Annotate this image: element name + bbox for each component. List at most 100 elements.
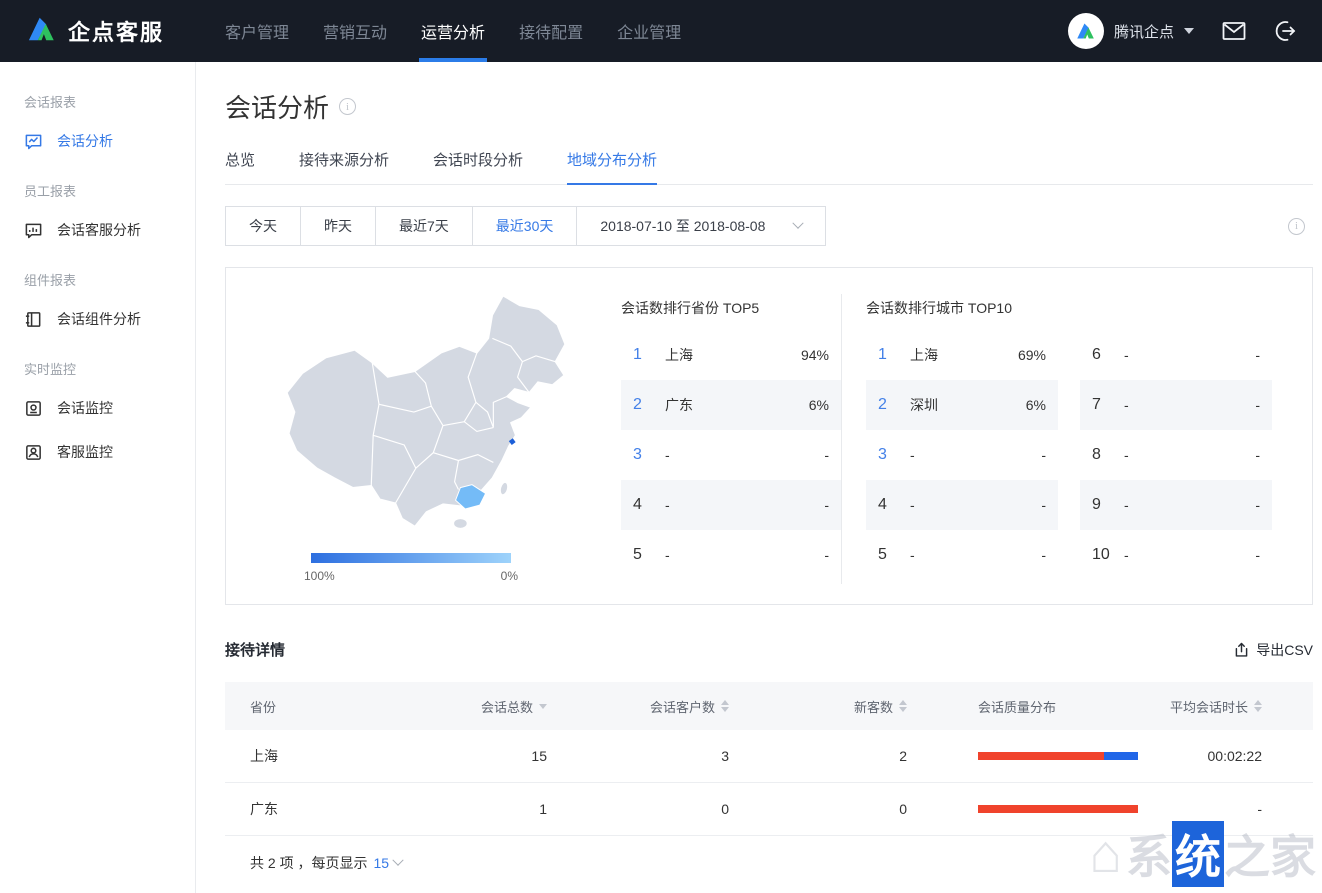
sidebar-section-session-reports: 会话报表 [0, 74, 195, 119]
filter-today-button[interactable]: 今天 [225, 206, 301, 246]
sort-icon[interactable] [1254, 700, 1262, 712]
sidebar-item-component-analysis[interactable]: 会话组件分析 [0, 297, 195, 341]
cell-quality-distribution [907, 805, 1138, 813]
date-filter-row: 今天 昨天 最近7天 最近30天 2018-07-10 至 2018-08-08 [225, 206, 1313, 246]
cell-avg-duration: - [1138, 801, 1313, 817]
rank-name: - [910, 547, 1041, 563]
rank-value: - [1041, 447, 1046, 463]
filter-last7days-button[interactable]: 最近7天 [375, 206, 473, 246]
nav-item-marketing[interactable]: 营销互动 [306, 0, 404, 62]
sort-icon[interactable] [899, 700, 907, 712]
sort-icon[interactable] [721, 700, 729, 712]
rank-value: - [1255, 547, 1260, 563]
cell-province: 广东 [225, 799, 475, 819]
rank-row: 7 - - [1080, 380, 1272, 430]
cell-session-customers: 3 [547, 748, 729, 764]
city-rank-col-2: 6 - - 7 - - 8 - - [1080, 330, 1272, 580]
logout-icon [1274, 20, 1296, 42]
rank-name: 上海 [665, 345, 801, 365]
brand[interactable]: 企点客服 [26, 14, 164, 49]
rank-value: - [1255, 347, 1260, 363]
rank-number: 2 [633, 396, 665, 414]
sidebar-item-agent-session-analysis[interactable]: 会话客服分析 [0, 208, 195, 252]
filter-yesterday-button[interactable]: 昨天 [300, 206, 376, 246]
nav-item-customer-mgmt[interactable]: 客户管理 [208, 0, 306, 62]
rank-value: - [1255, 447, 1260, 463]
china-map [256, 288, 596, 538]
chevron-down-icon [392, 855, 403, 866]
cell-new-customers: 0 [729, 801, 907, 817]
mail-icon [1222, 21, 1246, 41]
user-menu[interactable]: 腾讯企点 [1068, 13, 1194, 49]
main-content: 会话分析 总览 接待来源分析 会话时段分析 地域分布分析 今天 昨天 最近7天 … [196, 62, 1322, 893]
title-info-icon[interactable] [339, 98, 356, 115]
map-legend-gradient [311, 553, 511, 563]
primary-nav: 客户管理 营销互动 运营分析 接待配置 企业管理 [208, 0, 698, 62]
cell-province: 上海 [225, 746, 475, 766]
geo-distribution-card: 100% 0% 会话数排行省份 TOP5 1 上海 94% 2 广东 6% 3 [225, 267, 1313, 605]
sidebar-item-label: 会话组件分析 [57, 309, 141, 329]
rank-number: 5 [633, 546, 665, 564]
sidebar-section-component-reports: 组件报表 [0, 252, 195, 297]
rank-row: 3 - - [621, 430, 841, 480]
rank-value: - [1041, 547, 1046, 563]
tab-reception-source[interactable]: 接待来源分析 [299, 149, 389, 184]
rank-row: 10 - - [1080, 530, 1272, 580]
rank-value: 94% [801, 347, 829, 363]
rank-number: 1 [878, 346, 910, 364]
sidebar-item-session-analysis[interactable]: 会话分析 [0, 119, 195, 163]
rank-name: - [1124, 347, 1255, 363]
rank-name: 深圳 [910, 395, 1026, 415]
rank-name: - [665, 547, 824, 563]
sidebar-item-label: 会话分析 [57, 131, 113, 151]
rank-value: - [824, 447, 829, 463]
rank-number: 4 [878, 496, 910, 514]
tab-overview[interactable]: 总览 [225, 149, 255, 184]
quality-bar [978, 805, 1138, 813]
filter-last30days-button[interactable]: 最近30天 [472, 206, 578, 246]
page-size-select[interactable]: 15 [373, 855, 402, 871]
rank-value: - [824, 547, 829, 563]
sidebar-item-agent-monitor[interactable]: 客服监控 [0, 430, 195, 474]
tab-geo-distribution[interactable]: 地域分布分析 [567, 149, 657, 185]
col-header-new-customers[interactable]: 新客数 [729, 697, 907, 716]
export-csv-button[interactable]: 导出CSV [1233, 640, 1313, 660]
city-rank-title: 会话数排行城市 TOP10 [866, 298, 1292, 318]
rank-row: 4 - - [866, 480, 1058, 530]
cell-total-sessions: 1 [475, 801, 547, 817]
nav-item-reception-config[interactable]: 接待配置 [502, 0, 600, 62]
page-title: 会话分析 [225, 88, 329, 125]
rank-name: - [910, 447, 1041, 463]
mail-button[interactable] [1222, 21, 1246, 41]
rank-number: 4 [633, 496, 665, 514]
caret-down-icon [1184, 28, 1194, 34]
sidebar: 会话报表 会话分析 员工报表 会话客服分析 组件报表 [0, 62, 196, 893]
nav-item-operation-analysis[interactable]: 运营分析 [404, 0, 502, 62]
rank-name: - [1124, 447, 1255, 463]
col-header-session-customers[interactable]: 会话客户数 [547, 697, 729, 716]
nav-item-enterprise-mgmt[interactable]: 企业管理 [600, 0, 698, 62]
china-map-pane: 100% 0% [226, 268, 611, 604]
col-header-avg-duration[interactable]: 平均会话时长 [1138, 697, 1313, 716]
tab-session-period[interactable]: 会话时段分析 [433, 149, 523, 184]
province-rank-panel: 会话数排行省份 TOP5 1 上海 94% 2 广东 6% 3 - - 4 [611, 268, 841, 604]
table-header-row: 省份 会话总数 会话客户数 新客数 会话质量分布 平均 [225, 682, 1313, 730]
col-header-quality-distribution: 会话质量分布 [907, 697, 1138, 716]
date-range-picker[interactable]: 2018-07-10 至 2018-08-08 [576, 206, 826, 246]
sidebar-item-session-monitor[interactable]: 会话监控 [0, 386, 195, 430]
rank-row: 1 上海 94% [621, 330, 841, 380]
filter-info-icon[interactable] [1288, 218, 1305, 235]
avatar [1068, 13, 1104, 49]
details-section-title: 接待详情 [225, 639, 285, 660]
quality-bar [978, 752, 1138, 760]
rank-value: - [1255, 497, 1260, 513]
logout-button[interactable] [1274, 20, 1296, 42]
table-row: 上海 15 3 2 00:02:22 [225, 730, 1313, 783]
col-header-total-sessions[interactable]: 会话总数 [475, 697, 547, 716]
rank-value: - [824, 497, 829, 513]
rank-name: - [665, 447, 824, 463]
sort-desc-icon[interactable] [539, 704, 547, 709]
rank-value: 6% [1026, 397, 1046, 413]
rank-number: 1 [633, 346, 665, 364]
rank-number: 6 [1092, 346, 1124, 364]
